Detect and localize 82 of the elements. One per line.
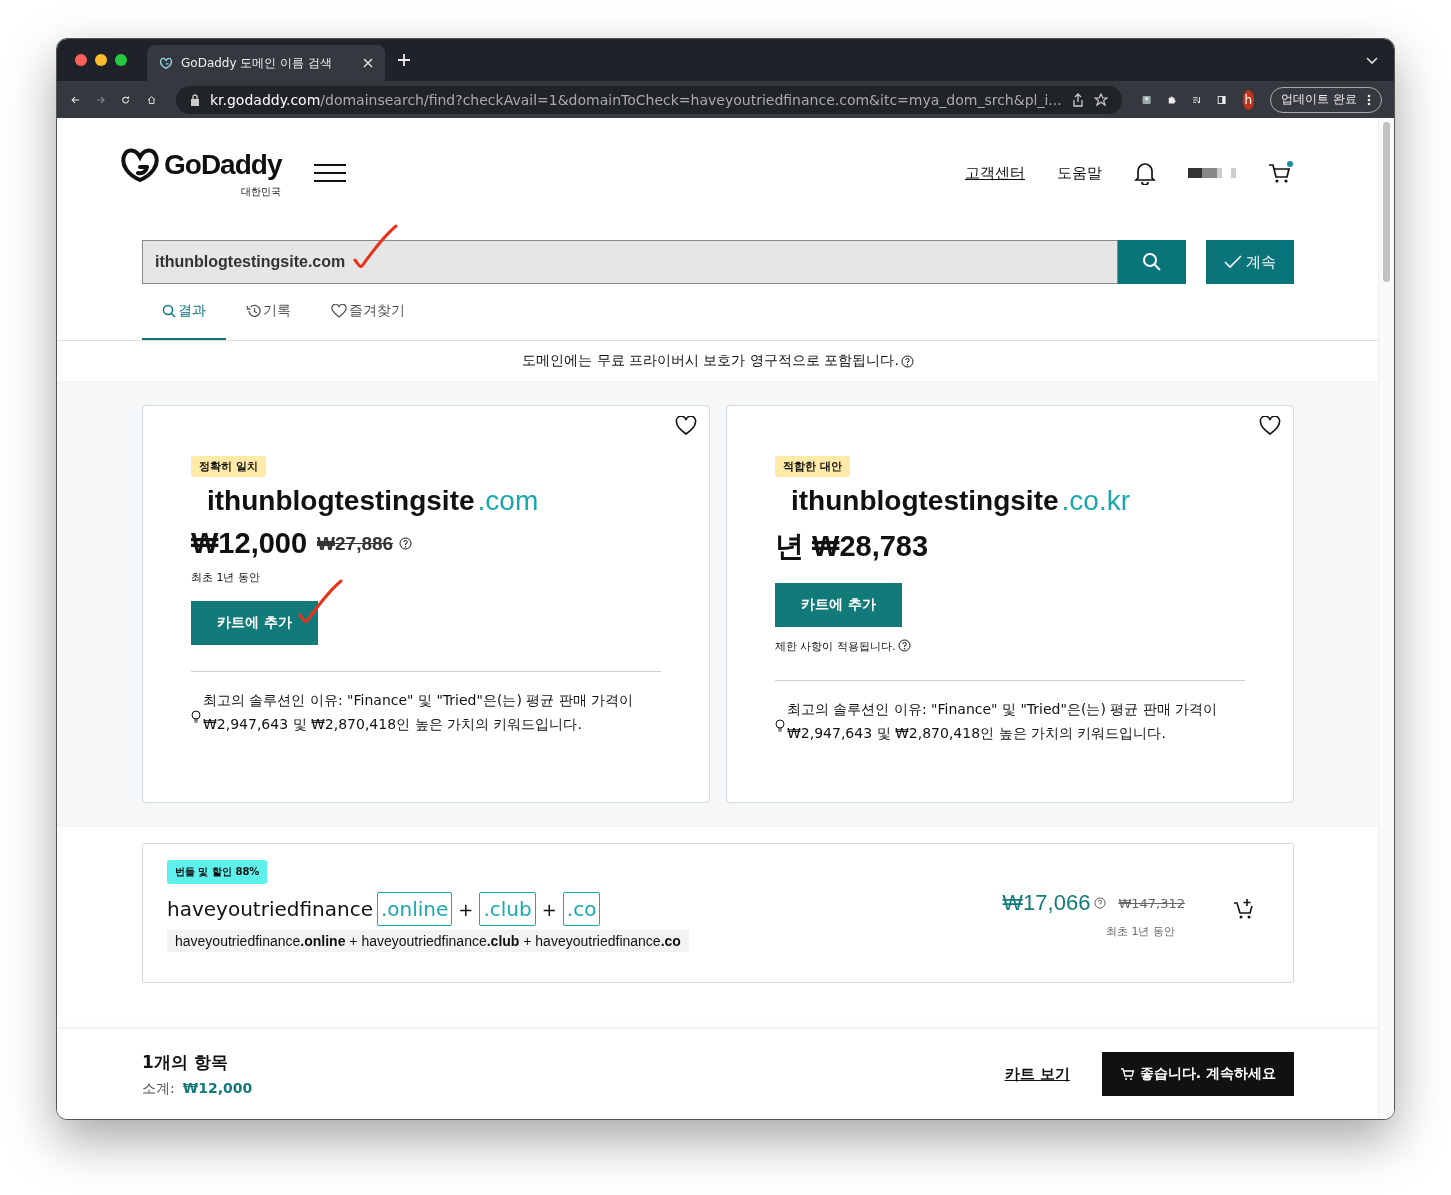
domain-extension: .co — [562, 892, 601, 926]
url-path: /domainsearch/find?checkAvail=1&domainToCheck=haveyoutriedfinance.com&itc=mya_dom_srch&pl_i... — [320, 91, 1062, 108]
nav-link[interactable]: 도움말 — [1057, 163, 1102, 183]
price-term: 최초 1년 동안 — [191, 570, 260, 585]
more-icon[interactable] — [1367, 93, 1371, 106]
close-icon[interactable] — [363, 58, 373, 68]
annotation-check-icon — [352, 224, 398, 270]
original-price: ₩147,312 — [1118, 895, 1185, 911]
help-icon[interactable] — [399, 537, 413, 550]
results-tab[interactable]: 즐겨찾기 — [311, 296, 425, 340]
share-icon[interactable] — [1071, 92, 1084, 107]
search-button[interactable] — [1118, 240, 1186, 284]
domain-name: ithunblogtestingsite — [791, 485, 1059, 516]
results-tab[interactable]: 기록 — [226, 296, 311, 340]
bell-icon[interactable] — [1134, 161, 1156, 185]
chevron-down-icon[interactable] — [1366, 57, 1378, 65]
search-field[interactable]: ithunblogtestingsite.com — [142, 240, 1118, 284]
plus-sign: + — [458, 898, 474, 920]
menu-icon[interactable] — [313, 163, 348, 183]
domain-extension: .club — [479, 892, 536, 926]
discount-badge: 번들 및 할인 88% — [167, 860, 268, 884]
cart-icon[interactable] — [1268, 161, 1294, 185]
lightbulb-icon — [775, 719, 785, 733]
domain-extension: .co.kr — [1061, 485, 1130, 516]
match-badge: 정확히 일치 — [191, 456, 266, 477]
heart-icon[interactable] — [1259, 416, 1281, 436]
redacted-account-name[interactable] — [1188, 168, 1236, 178]
subtotal-amount: ₩12,000 — [182, 1079, 253, 1098]
history-icon — [246, 304, 261, 318]
help-icon[interactable] — [1094, 897, 1107, 909]
annotation-check-icon — [297, 579, 343, 625]
zoom-window-button[interactable] — [115, 54, 127, 66]
original-price: ₩27,886 — [317, 532, 394, 555]
price-term: 최초 1년 동안 — [1106, 924, 1175, 939]
privacy-note: 도메인에는 무료 프라이버시 보호가 영구적으로 포함됩니다. — [522, 352, 899, 370]
domain-extension: .com — [477, 485, 539, 516]
view-cart-link[interactable]: 카트 보기 — [1004, 1064, 1070, 1084]
profile-avatar[interactable]: h — [1242, 89, 1255, 110]
checkout-button[interactable]: 좋습니다. 계속하세요 — [1101, 1052, 1294, 1096]
tab-title: GoDaddy 도메인 이름 검색 — [181, 54, 333, 72]
help-icon[interactable] — [897, 639, 911, 652]
new-tab-icon[interactable] — [397, 53, 411, 67]
subtotal-label: 소계: — [142, 1079, 175, 1098]
add-to-cart-button[interactable]: 카트에 추가 — [191, 601, 318, 645]
domain-name: ithunblogtestingsite — [207, 485, 475, 516]
restriction-note: 제한 사항이 적용됩니다. — [775, 639, 896, 654]
keyword-tip: 최고의 솔루션인 이유: "Finance" 및 "Tried"은(는) 평균 판매 가격이 ₩2,947,643 및 ₩2,870,418인 높은 가치의 키워드입니다. — [203, 691, 635, 734]
address-bar[interactable]: kr.godaddy.com/domainsearch/find?checkAvail=1&domainToCheck=haveyoutriedfinance.com&itc=mya_dom_srch&pl_i... — [175, 85, 1122, 114]
plus-sign: + — [541, 898, 557, 920]
heart-icon[interactable] — [675, 416, 697, 436]
results-tab[interactable]: 결과 — [142, 296, 226, 340]
close-window-button[interactable] — [75, 54, 87, 66]
add-to-cart-button[interactable]: 카트에 추가 — [775, 583, 902, 627]
nav-link[interactable]: 고객센터 — [965, 163, 1025, 183]
cart-icon — [1119, 1067, 1136, 1081]
url-host: kr.godaddy.com — [209, 91, 321, 108]
heart-icon — [331, 304, 347, 318]
godaddy-logo-icon — [159, 56, 173, 70]
help-icon[interactable] — [900, 354, 914, 368]
scrollbar-thumb[interactable] — [1383, 122, 1390, 282]
search-icon — [1142, 252, 1162, 272]
check-icon — [1224, 255, 1242, 269]
logo-region: 대한민국 — [241, 185, 282, 199]
godaddy-logo-icon — [120, 147, 160, 183]
price: ₩12,000 — [191, 527, 308, 560]
browser-tab[interactable]: GoDaddy 도메인 이름 검색 — [147, 45, 385, 81]
domain-extension: .online — [376, 892, 453, 926]
domain-name: haveyoutriedfinance — [167, 897, 373, 921]
update-button[interactable]: 업데이트 완료 — [1270, 86, 1382, 113]
logo-text[interactable]: GoDaddy — [164, 149, 282, 181]
minimize-window-button[interactable] — [95, 54, 107, 66]
bundle-summary: haveyoutriedfinance.online + haveyoutriedfinance.club + haveyoutriedfinance.co — [167, 930, 689, 952]
star-icon[interactable] — [1093, 92, 1108, 107]
bundle-price: ₩17,066 — [1002, 890, 1091, 916]
continue-button[interactable]: 계속 — [1206, 240, 1294, 284]
lock-icon — [189, 93, 200, 106]
keyword-tip: 최고의 솔루션인 이유: "Finance" 및 "Tried"은(는) 평균 판매 가격이 ₩2,947,643 및 ₩2,870,418인 높은 가치의 키워드입니다. — [787, 700, 1219, 743]
match-badge: 적합한 대안 — [775, 456, 850, 477]
lightbulb-icon — [191, 710, 201, 724]
search-icon — [162, 304, 176, 318]
item-count: 1개의 항목 — [142, 1050, 229, 1074]
price: 년 ₩28,783 — [775, 529, 929, 564]
